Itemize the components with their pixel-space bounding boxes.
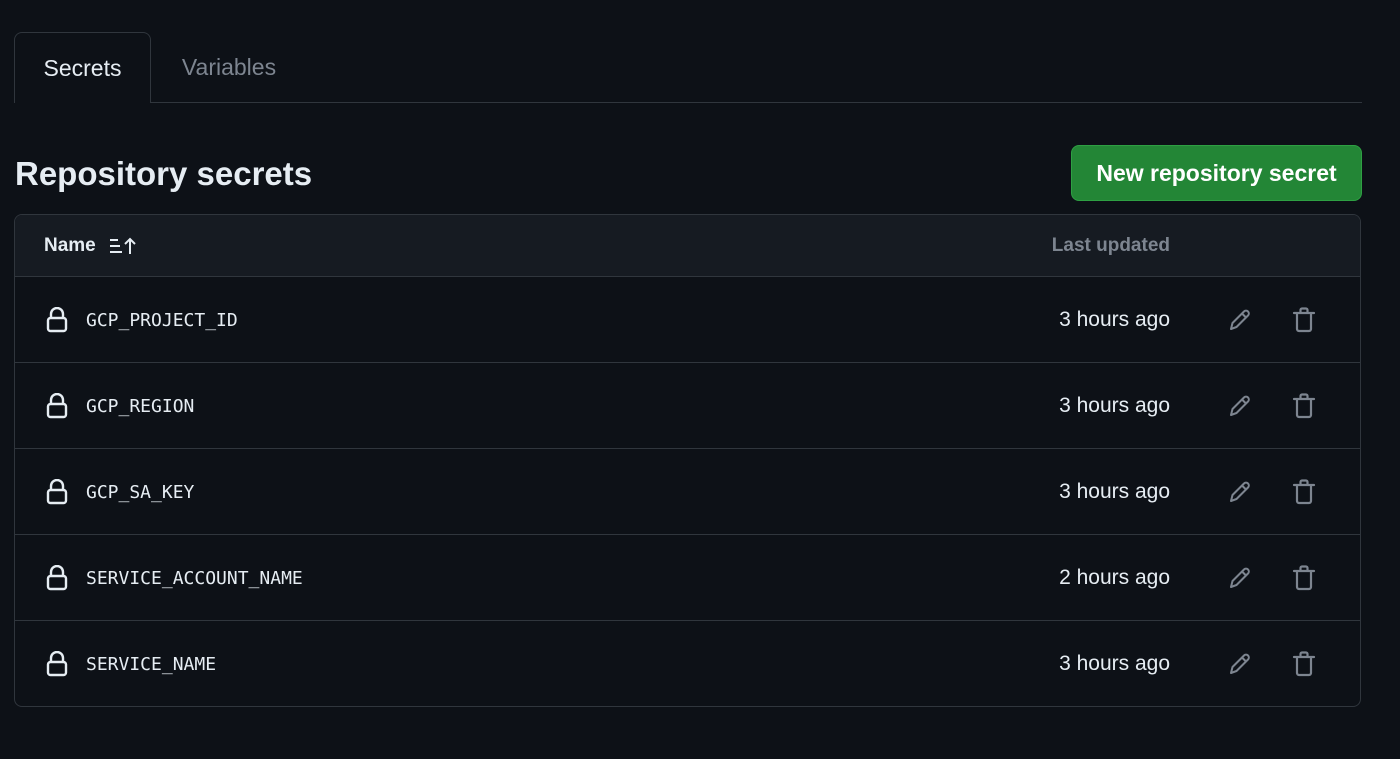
secrets-table: Name Last updated GCP_PROJECT_ID 3 hours… [14, 214, 1361, 707]
name-column-header[interactable]: Name [44, 215, 136, 277]
lock-icon [46, 478, 68, 505]
delete-secret-button[interactable] [1289, 649, 1319, 679]
table-row: GCP_SA_KEY 3 hours ago [15, 449, 1360, 535]
lock-icon [46, 392, 68, 419]
trash-icon [1291, 650, 1317, 678]
new-repository-secret-button[interactable]: New repository secret [1071, 145, 1362, 201]
page-title: Repository secrets [15, 155, 313, 192]
pencil-icon [1227, 565, 1253, 591]
secret-last-updated: 3 hours ago [1059, 652, 1170, 675]
secret-name: GCP_SA_KEY [86, 481, 195, 503]
pencil-icon [1227, 651, 1253, 677]
table-row: SERVICE_ACCOUNT_NAME 2 hours ago [15, 535, 1360, 621]
delete-secret-button[interactable] [1289, 305, 1319, 335]
pencil-icon [1227, 393, 1253, 419]
pencil-icon [1227, 307, 1253, 333]
lock-icon [46, 564, 68, 591]
secret-last-updated: 3 hours ago [1059, 394, 1170, 417]
secret-last-updated: 3 hours ago [1059, 308, 1170, 331]
sort-ascending-icon [108, 236, 136, 256]
pencil-icon [1227, 479, 1253, 505]
table-row: GCP_REGION 3 hours ago [15, 363, 1360, 449]
trash-icon [1291, 478, 1317, 506]
secret-last-updated: 2 hours ago [1059, 566, 1170, 589]
table-row: GCP_PROJECT_ID 3 hours ago [15, 277, 1360, 363]
secret-name: GCP_REGION [86, 395, 195, 417]
tab-secrets[interactable]: Secrets [14, 32, 151, 103]
edit-secret-button[interactable] [1225, 563, 1255, 593]
delete-secret-button[interactable] [1289, 391, 1319, 421]
tab-bar: Secrets Variables [14, 32, 1362, 103]
lock-icon [46, 306, 68, 333]
table-row: SERVICE_NAME 3 hours ago [15, 621, 1360, 706]
trash-icon [1291, 564, 1317, 592]
tab-variables[interactable]: Variables [164, 32, 294, 102]
delete-secret-button[interactable] [1289, 563, 1319, 593]
lock-icon [46, 650, 68, 677]
edit-secret-button[interactable] [1225, 649, 1255, 679]
edit-secret-button[interactable] [1225, 305, 1255, 335]
edit-secret-button[interactable] [1225, 391, 1255, 421]
secret-name: GCP_PROJECT_ID [86, 309, 238, 331]
delete-secret-button[interactable] [1289, 477, 1319, 507]
secret-last-updated: 3 hours ago [1059, 480, 1170, 503]
secret-name: SERVICE_NAME [86, 653, 217, 675]
secret-name: SERVICE_ACCOUNT_NAME [86, 567, 303, 589]
name-column-label: Name [44, 235, 96, 256]
edit-secret-button[interactable] [1225, 477, 1255, 507]
last-updated-column-header: Last updated [1051, 235, 1170, 256]
trash-icon [1291, 392, 1317, 420]
table-body: GCP_PROJECT_ID 3 hours ago GCP_REGION 3 … [15, 277, 1360, 706]
table-header: Name Last updated [15, 215, 1360, 277]
trash-icon [1291, 306, 1317, 334]
